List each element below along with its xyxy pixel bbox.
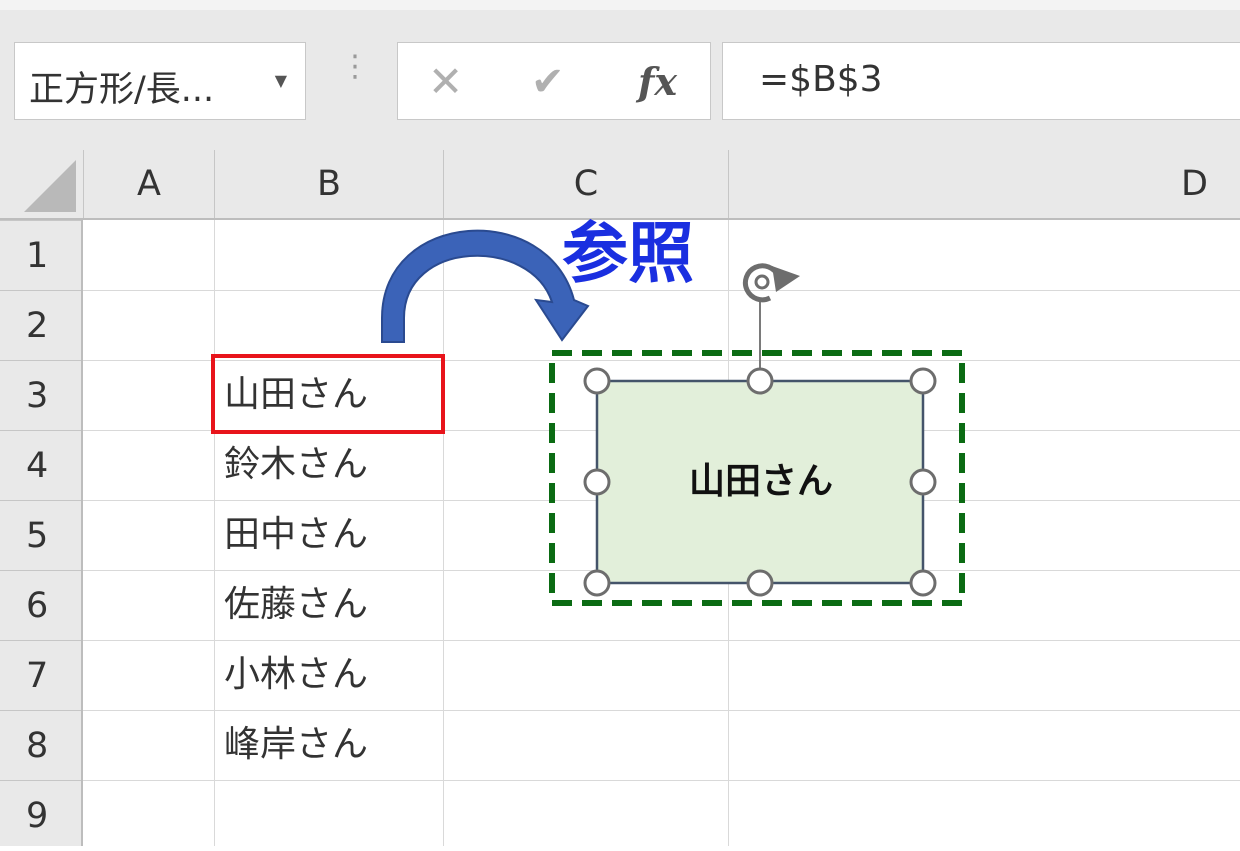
resize-handle [746, 367, 774, 395]
row-header-8[interactable]: 8 [0, 710, 81, 780]
check-icon[interactable]: ✔ [531, 59, 565, 105]
row-header-2[interactable]: 2 [0, 290, 81, 360]
curved-arrow-icon [381, 229, 590, 343]
cell-b4[interactable]: 鈴木さん [224, 430, 368, 500]
name-box[interactable]: 正方形/長... ▼ [14, 42, 306, 120]
formula-text: =$B$3 [759, 59, 883, 100]
cancel-icon[interactable]: ✕ [428, 57, 463, 106]
insert-function-icon[interactable]: fx [638, 59, 677, 104]
reference-label: 参照 [562, 215, 694, 292]
cell-b7[interactable]: 小林さん [224, 640, 368, 710]
name-box-value: 正方形/長... [29, 70, 215, 110]
row-header-1[interactable]: 1 [0, 220, 81, 290]
formula-input[interactable]: =$B$3 [722, 42, 1240, 120]
shape-text[interactable]: 山田さん [598, 452, 924, 504]
formula-buttons: ✕ ✔ fx [397, 42, 711, 120]
resize-handle [746, 569, 774, 597]
column-header-d[interactable]: D [728, 150, 1240, 218]
chevron-down-icon[interactable]: ▼ [275, 71, 287, 90]
row-header-5[interactable]: 5 [0, 500, 81, 570]
column-header-b[interactable]: B [214, 150, 443, 218]
select-all-corner[interactable] [0, 150, 83, 218]
cell-b6[interactable]: 佐藤さん [224, 570, 368, 640]
rotate-handle-icon[interactable] [742, 263, 800, 303]
row-header-6[interactable]: 6 [0, 570, 81, 640]
resize-handle [909, 569, 937, 597]
row-header-3[interactable]: 3 [0, 360, 81, 430]
cell-b8[interactable]: 峰岸さん [224, 710, 368, 780]
grid-line [728, 220, 729, 846]
row-header-4[interactable]: 4 [0, 430, 81, 500]
column-header-a[interactable]: A [83, 150, 214, 218]
highlight-box [211, 354, 445, 434]
resize-handle [583, 569, 611, 597]
cell-b5[interactable]: 田中さん [224, 500, 368, 570]
grid-line [214, 220, 215, 846]
grid-line [443, 220, 444, 846]
row-header-7[interactable]: 7 [0, 640, 81, 710]
drag-handle-icon[interactable]: ⋮ [340, 52, 370, 82]
grid-line [83, 780, 1240, 781]
row-header-9[interactable]: 9 [0, 780, 81, 850]
resize-handle [583, 367, 611, 395]
row-header-bar: 1 2 3 4 5 6 7 8 9 [0, 220, 83, 846]
resize-handle [909, 367, 937, 395]
